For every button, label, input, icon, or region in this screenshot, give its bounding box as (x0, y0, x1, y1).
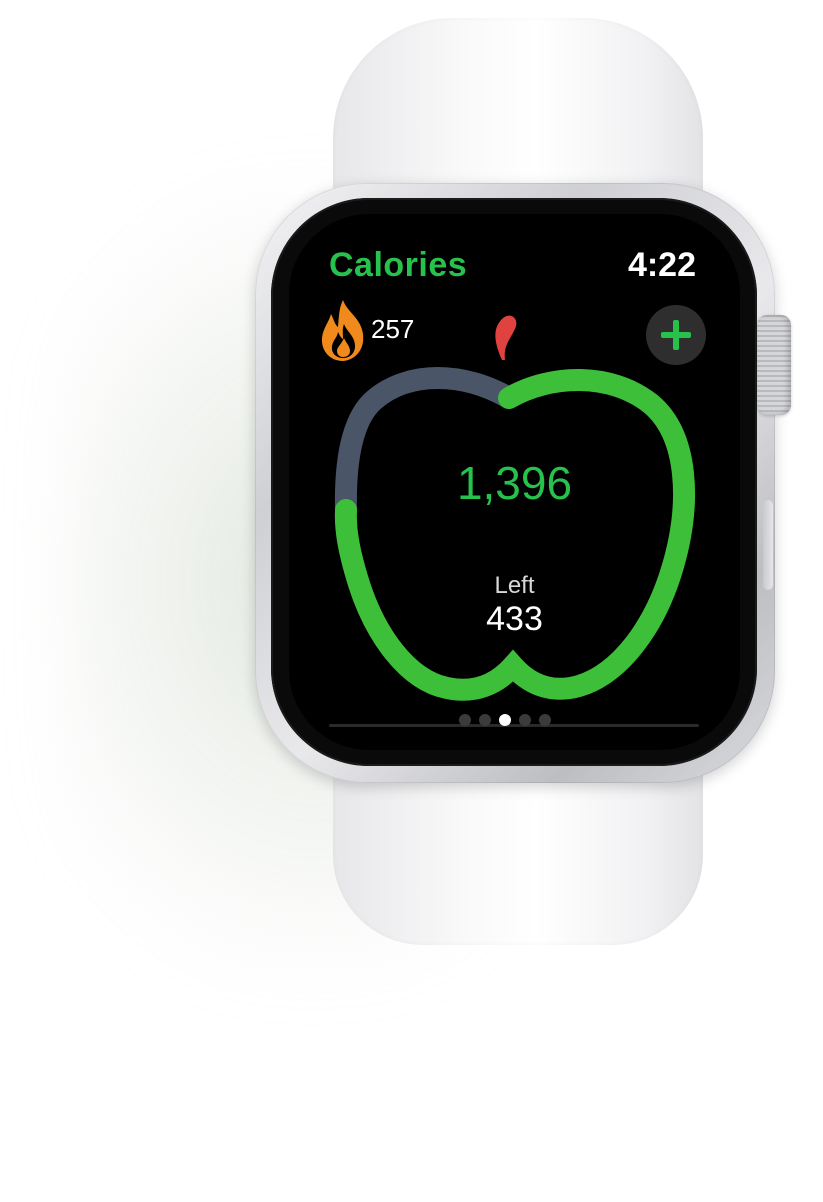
page-dot[interactable] (499, 714, 511, 726)
ring-progress (334, 369, 695, 701)
side-button[interactable] (763, 500, 773, 590)
page-dot[interactable] (519, 714, 531, 726)
watch-screen: Calories 4:22 257 1,396 Left 433 (289, 214, 740, 750)
remaining-label: Left (494, 572, 535, 599)
page-indicator[interactable] (459, 714, 571, 730)
consumed-calories-value: 1,396 (456, 457, 573, 509)
apple-stem (495, 315, 517, 360)
digital-crown[interactable] (757, 315, 791, 415)
page-dot[interactable] (459, 714, 471, 726)
remaining-calories-value: 433 (486, 600, 543, 638)
page-dot[interactable] (539, 714, 551, 726)
page-dot[interactable] (479, 714, 491, 726)
